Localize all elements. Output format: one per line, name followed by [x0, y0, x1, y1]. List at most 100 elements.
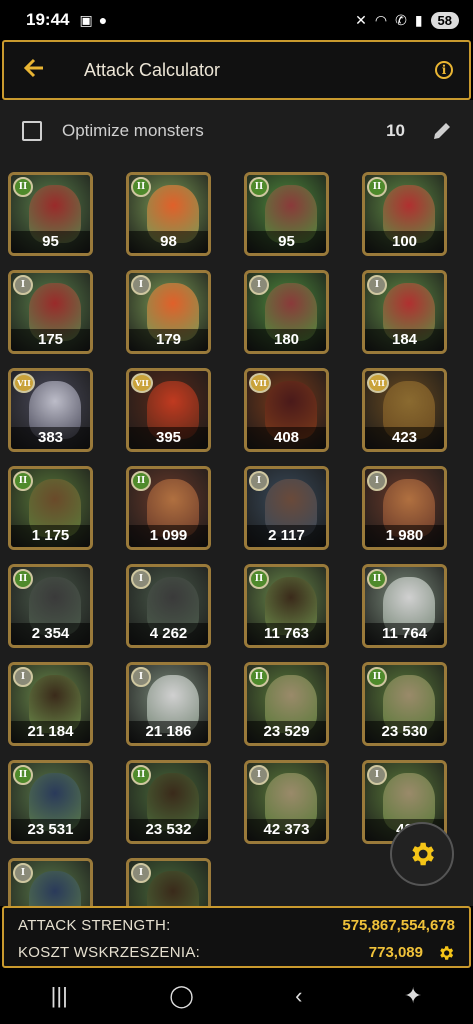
tier-badge: I	[13, 275, 33, 295]
unit-card[interactable]: I	[126, 858, 211, 906]
tier-badge: I	[131, 667, 151, 687]
unit-card[interactable]: VII 383	[8, 368, 93, 452]
unit-card[interactable]: I 21 186	[126, 662, 211, 746]
unit-figure	[147, 871, 199, 906]
main-content: Optimize monsters 10 II 95 II 98 II 95 II 100 I 1…	[0, 100, 473, 906]
unit-card[interactable]: II 1 175	[8, 466, 93, 550]
unit-card[interactable]: I 179	[126, 270, 211, 354]
unit-value: 395	[129, 427, 208, 449]
attack-strength-label: ATTACK STRENGTH:	[18, 917, 171, 934]
unit-card[interactable]: VII 408	[244, 368, 329, 452]
tier-badge: II	[13, 471, 33, 491]
unit-count: 10	[386, 121, 405, 140]
unit-card[interactable]: I 184	[362, 270, 447, 354]
recents-icon[interactable]: |||	[51, 983, 68, 1009]
unit-value: 21 184	[11, 721, 90, 743]
tier-badge: VII	[367, 373, 389, 393]
unit-value: 42 373	[247, 819, 326, 841]
unit-value: 2 117	[247, 525, 326, 547]
unit-value: 383	[11, 427, 90, 449]
attack-strength-value: 575,867,554,678	[342, 917, 455, 934]
tier-badge: VII	[13, 373, 35, 393]
unit-grid: II 95 II 98 II 95 II 100 I 175 I 179 I 180 I 184 VII 383 V…	[8, 172, 468, 906]
tier-badge: II	[249, 177, 269, 197]
messenger-icon: ●	[98, 12, 108, 28]
unit-card[interactable]: II 11 764	[362, 564, 447, 648]
tier-badge: I	[249, 765, 269, 785]
tier-badge: I	[367, 765, 387, 785]
unit-value: 23 530	[365, 721, 444, 743]
system-nav-bar: ||| ◯ ‹ ✦	[0, 968, 473, 1024]
gear-icon[interactable]	[437, 944, 455, 962]
unit-figure	[29, 871, 81, 906]
unit-card[interactable]: II 95	[244, 172, 329, 256]
tier-badge: II	[131, 177, 151, 197]
wifi-icon: ◠	[374, 11, 388, 28]
unit-value: 4 262	[129, 623, 208, 645]
optimize-checkbox[interactable]	[22, 121, 42, 141]
info-icon[interactable]: i	[435, 61, 453, 79]
arrow-left-icon[interactable]	[4, 55, 64, 86]
unit-card[interactable]: II 23 530	[362, 662, 447, 746]
home-icon[interactable]: ◯	[169, 983, 194, 1009]
mute-icon: ✕	[355, 11, 367, 28]
tier-badge: II	[367, 569, 387, 589]
tier-badge: I	[131, 863, 151, 883]
tier-badge: II	[13, 765, 33, 785]
tier-badge: II	[13, 177, 33, 197]
unit-card[interactable]: I 4 262	[126, 564, 211, 648]
unit-value: 2 354	[11, 623, 90, 645]
tier-badge: I	[249, 471, 269, 491]
screenshot-icon: ▣	[79, 11, 93, 28]
unit-value: 100	[365, 231, 444, 253]
tier-badge: II	[131, 471, 151, 491]
tier-badge: I	[367, 275, 387, 295]
unit-card[interactable]: II 98	[126, 172, 211, 256]
unit-card[interactable]: II 23 531	[8, 760, 93, 844]
unit-card[interactable]: I 21 184	[8, 662, 93, 746]
accessibility-icon[interactable]: ✦	[404, 983, 422, 1009]
tier-badge: I	[131, 569, 151, 589]
tier-badge: I	[367, 471, 387, 491]
tier-badge: II	[249, 569, 269, 589]
unit-card[interactable]: II 1 099	[126, 466, 211, 550]
app-bar: Attack Calculator i	[2, 40, 471, 100]
optimize-row: Optimize monsters 10	[0, 100, 473, 162]
unit-card[interactable]: I 175	[8, 270, 93, 354]
unit-card[interactable]: I 180	[244, 270, 329, 354]
unit-value: 95	[247, 231, 326, 253]
optimize-label: Optimize monsters	[62, 121, 204, 140]
unit-value: 1 099	[129, 525, 208, 547]
tier-badge: I	[13, 863, 33, 883]
settings-fab[interactable]	[390, 822, 454, 886]
battery-indicator: 58	[430, 11, 459, 29]
unit-value: 23 532	[129, 819, 208, 841]
unit-value: 184	[365, 329, 444, 351]
unit-value: 95	[11, 231, 90, 253]
unit-card[interactable]: II 95	[8, 172, 93, 256]
unit-card[interactable]: II 23 529	[244, 662, 329, 746]
unit-value: 408	[247, 427, 326, 449]
unit-card[interactable]: II 11 763	[244, 564, 329, 648]
status-notification-icons: ▣ ●	[79, 12, 107, 29]
unit-value: 11 764	[365, 623, 444, 645]
unit-value: 98	[129, 231, 208, 253]
unit-card[interactable]: VII 395	[126, 368, 211, 452]
status-right: ✕ ◠ ✆ ▮ 58	[355, 11, 459, 29]
pencil-icon[interactable]	[431, 120, 453, 142]
tier-badge: II	[13, 569, 33, 589]
unit-card[interactable]: II 100	[362, 172, 447, 256]
unit-card[interactable]: I 1 980	[362, 466, 447, 550]
unit-value: 180	[247, 329, 326, 351]
unit-card[interactable]: I 2 117	[244, 466, 329, 550]
revive-cost-label: KOSZT WSKRZESZENIA:	[18, 944, 201, 961]
unit-card[interactable]: II 2 354	[8, 564, 93, 648]
attack-strength-row: ATTACK STRENGTH: 575,867,554,678	[18, 912, 455, 939]
unit-card[interactable]: VII 423	[362, 368, 447, 452]
unit-card[interactable]: I	[8, 858, 93, 906]
tier-badge: II	[367, 177, 387, 197]
unit-value: 179	[129, 329, 208, 351]
back-icon[interactable]: ‹	[295, 983, 302, 1009]
unit-card[interactable]: II 23 532	[126, 760, 211, 844]
unit-card[interactable]: I 42 373	[244, 760, 329, 844]
